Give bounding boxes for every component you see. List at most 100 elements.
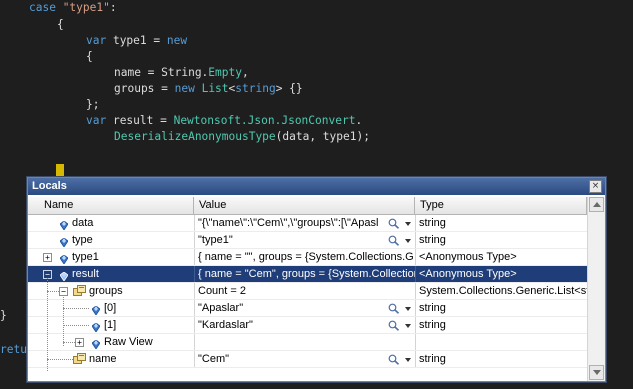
- locals-row-name[interactable]: name "Cem" string: [28, 351, 587, 368]
- value-cell[interactable]: [194, 334, 415, 351]
- code-line: name = String.Empty,: [114, 65, 249, 81]
- code-token: {: [86, 50, 93, 63]
- object-icon: [73, 285, 86, 297]
- code-token: ,: [241, 66, 249, 79]
- object-icon: [73, 353, 86, 365]
- type-cell: <Anonymous Type>: [415, 266, 587, 283]
- code-token: > {}: [275, 82, 303, 95]
- column-header-type[interactable]: Type: [415, 197, 587, 214]
- variable-name: [0]: [104, 302, 117, 314]
- field-icon: [91, 304, 101, 316]
- code-token: {: [57, 18, 64, 31]
- code-token: new: [174, 82, 202, 95]
- variable-name: [1]: [104, 319, 117, 331]
- name-cell: data: [28, 215, 194, 232]
- variable-name: result: [72, 268, 99, 280]
- row-divider: [28, 367, 587, 368]
- tree-connector: [47, 359, 73, 360]
- type-cell: string: [415, 215, 587, 232]
- execution-cursor: [56, 164, 64, 178]
- locals-row-type[interactable]: type "type1" string: [28, 232, 587, 249]
- code-token: (data, type1);: [275, 130, 370, 143]
- expand-icon[interactable]: +: [75, 338, 84, 347]
- dropdown-arrow-icon[interactable]: [405, 324, 411, 328]
- arrow-down-icon: [593, 370, 601, 375]
- value-cell[interactable]: "type1": [194, 232, 415, 249]
- variable-name: data: [72, 217, 94, 229]
- code-line: }: [0, 308, 7, 324]
- value-cell[interactable]: { name = "", groups = {System.Collection…: [194, 249, 415, 266]
- code-token: :: [109, 1, 117, 14]
- value-cell[interactable]: "Kardaslar": [194, 317, 415, 334]
- locals-row-1[interactable]: [1] "Kardaslar" string: [28, 317, 587, 334]
- code-token: Newtonsoft.Json.JsonConvert: [173, 114, 356, 127]
- dropdown-arrow-icon[interactable]: [405, 358, 411, 362]
- code-token: .: [355, 114, 363, 127]
- variable-value: "Cem": [198, 353, 230, 365]
- scroll-up-button[interactable]: [589, 197, 604, 212]
- code-token: new: [166, 34, 188, 47]
- field-icon: [59, 253, 69, 265]
- value-cell[interactable]: "Cem": [194, 351, 415, 368]
- scroll-down-button[interactable]: [589, 365, 604, 380]
- name-cell: type: [28, 232, 194, 249]
- tree-connector: [63, 342, 75, 343]
- name-cell: + Raw View: [28, 334, 194, 351]
- value-cell[interactable]: "Apaslar": [194, 300, 415, 317]
- dropdown-arrow-icon[interactable]: [405, 307, 411, 311]
- expand-icon[interactable]: +: [43, 253, 52, 262]
- column-header-name[interactable]: Name: [28, 197, 194, 214]
- close-icon[interactable]: ×: [589, 180, 602, 193]
- variable-value: "Kardaslar": [198, 319, 253, 331]
- locals-row-rawview[interactable]: + Raw View: [28, 334, 587, 351]
- visualizer-icon[interactable]: [388, 235, 400, 246]
- type-cell: string: [415, 317, 587, 334]
- name-cell: [1]: [28, 317, 194, 334]
- arrow-up-icon: [593, 202, 601, 207]
- code-token: string: [235, 82, 276, 95]
- variable-value: { name = "", groups = {System.Collection…: [198, 251, 414, 263]
- type-cell: [415, 334, 587, 351]
- variable-name: name: [89, 353, 117, 365]
- code-line: var result = Newtonsoft.Json.JsonConvert…: [86, 113, 362, 129]
- variable-value: { name = "Cem", groups = {System.Collect…: [198, 268, 415, 280]
- locals-window: Locals × Name Value Type data "{\"name\":…: [27, 177, 606, 382]
- locals-row-result[interactable]: − result { name = "Cem", groups = {System.…: [28, 266, 587, 283]
- type-cell: string: [415, 351, 587, 368]
- vertical-scrollbar[interactable]: [587, 197, 605, 381]
- dropdown-arrow-icon[interactable]: [405, 222, 411, 226]
- code-line: DeserializeAnonymousType(data, type1);: [114, 129, 370, 145]
- locals-row-data[interactable]: data "{\"name\":\"Cem\",\"groups\":[\"Apa…: [28, 215, 587, 232]
- value-cell[interactable]: "{\"name\":\"Cem\",\"groups\":[\"Apasl: [194, 215, 415, 232]
- variable-name: groups: [89, 285, 123, 297]
- visualizer-icon[interactable]: [388, 320, 400, 331]
- locals-row-0[interactable]: [0] "Apaslar" string: [28, 300, 587, 317]
- type-cell: System.Collections.Generic.List<st: [415, 283, 587, 300]
- code-token: var: [86, 34, 113, 47]
- variable-name: Raw View: [104, 336, 153, 348]
- visualizer-icon[interactable]: [388, 303, 400, 314]
- value-cell[interactable]: { name = "Cem", groups = {System.Collect…: [194, 266, 415, 283]
- locals-title[interactable]: Locals: [28, 178, 605, 195]
- code-line: {: [86, 49, 93, 65]
- tree-connector: [63, 308, 89, 309]
- name-cell: [0]: [28, 300, 194, 317]
- variable-value: "{\"name\":\"Cem\",\"groups\":[\"Apasl: [198, 217, 379, 229]
- code-line: var type1 = new: [86, 33, 187, 49]
- locals-row-type1[interactable]: + type1 { name = "", groups = {System.Coll…: [28, 249, 587, 266]
- visualizer-icon[interactable]: [388, 218, 400, 229]
- code-token: var: [86, 114, 113, 127]
- column-header-value[interactable]: Value: [194, 197, 415, 214]
- visualizer-icon[interactable]: [388, 354, 400, 365]
- tree-connector: [63, 295, 64, 346]
- variable-value: "Apaslar": [198, 302, 244, 314]
- code-token: DeserializeAnonymousType: [114, 130, 276, 143]
- locals-rows: data "{\"name\":\"Cem\",\"groups\":[\"Apa…: [28, 215, 587, 381]
- name-cell: − result: [28, 266, 194, 283]
- dropdown-arrow-icon[interactable]: [405, 239, 411, 243]
- locals-row-groups[interactable]: − groups Count = 2 System.Collections.Gener…: [28, 283, 587, 300]
- tree-connector: [63, 325, 89, 326]
- value-cell[interactable]: Count = 2: [194, 283, 415, 300]
- code-line: case "type1":: [29, 0, 117, 16]
- field-icon: [59, 219, 69, 231]
